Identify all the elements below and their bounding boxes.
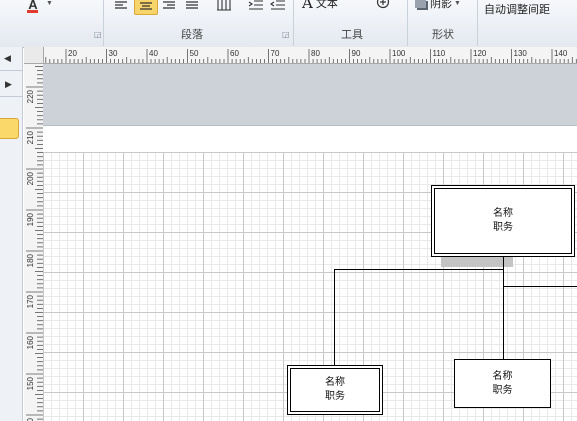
align-right-icon [163,1,175,9]
shapes-panel-strip: ◀ ▶ [0,47,23,421]
auto-space-button[interactable]: 自动调整间距 [484,1,564,17]
group-label-shape: 形状 [432,29,454,41]
connector-line [334,269,335,367]
paragraph-dialog-launcher-icon[interactable]: ◲ [282,30,290,39]
connector-line [503,257,504,269]
outdent-icon [270,0,285,10]
connection-point-icon [376,0,390,9]
group-label-tools: 工具 [341,29,363,41]
ruler-label: 30 [109,49,118,58]
group-separator [293,0,294,46]
text-tool-icon: A [302,0,313,12]
org-chart-shape-top[interactable]: 名称 职务 [431,185,575,257]
ruler-label: 130 [514,49,528,58]
ruler-label: 210 [26,130,35,144]
ruler-label: 60 [230,49,239,58]
shape-title-text: 职务 [493,222,513,233]
text-tool-label: 文本 [315,0,338,10]
ruler-label: 160 [26,335,35,349]
align-left-button[interactable] [112,0,130,13]
org-chart-shape-left[interactable]: 名称 职务 [287,365,383,415]
ruler-label: 50 [190,49,199,58]
align-center-icon [140,1,152,10]
page-margin-area [43,64,577,126]
shape-name-text: 名称 [325,377,345,388]
shape-title-text: 职务 [325,391,345,402]
align-right-button[interactable] [160,0,178,13]
font-color-button[interactable]: A [22,0,44,13]
ruler-label: 120 [473,49,487,58]
ruler-label: 80 [311,49,320,58]
indent-button[interactable] [246,0,266,13]
ruler-label: 220 [26,89,35,103]
ribbon: A ▼ ◲ 段落 ◲ A 文本 工具 阴影 ▼ 形状 自动调整间距 [0,0,577,48]
stencil-tab-selected[interactable] [0,118,19,139]
group-label-paragraph: 段落 [181,29,203,41]
shadow-button[interactable]: 阴影 ▼ [415,0,471,11]
group-separator [407,0,408,46]
ruler-label: 190 [26,212,35,226]
group-separator [477,0,478,46]
ruler-label: 70 [271,49,280,58]
connection-point-tool-button[interactable] [372,0,394,10]
ruler-label: 20 [68,49,77,58]
distribute-button[interactable] [214,0,234,13]
vertical-ruler: 220 210 200 190 180 170 160 150 140 [24,63,44,421]
shape-name-text: 名称 [492,370,513,382]
ruler-label: 150 [26,376,35,390]
group-separator [103,0,104,46]
ruler-label: 140 [554,49,568,58]
ruler-label: 100 [392,49,406,58]
shadow-label: 阴影 [430,0,452,10]
auto-space-label: 自动调整间距 [484,4,550,16]
ruler-label: 200 [26,171,35,185]
font-color-icon: A [27,0,39,13]
font-color-dropdown-icon[interactable]: ▼ [46,0,53,7]
font-dialog-launcher-icon[interactable]: ◲ [94,30,102,39]
indent-icon [248,0,263,10]
shape-title-text: 职务 [492,384,513,396]
align-center-button[interactable] [134,0,158,15]
ruler-label: 90 [352,49,361,58]
connector-line [503,286,577,287]
justify-button[interactable] [183,0,201,13]
ruler-label: 170 [26,294,35,308]
shape-name-text: 名称 [493,208,513,219]
distribute-icon [217,0,231,11]
ruler-label: 110 [433,49,446,58]
connector-line [503,269,504,359]
text-tool-button[interactable]: A 文本 [302,0,350,12]
shadow-dropdown-icon: ▼ [454,0,461,7]
connector-line [334,269,504,270]
justify-icon [186,1,198,9]
align-left-icon [115,1,127,9]
ruler-label: 40 [149,49,158,58]
drawing-canvas[interactable]: 名称 职务 名称 职务 名称 职务 [43,64,577,421]
org-chart-shape-right[interactable]: 名称 职务 [454,359,551,408]
ruler-corner [24,47,44,64]
shadow-icon [415,0,426,8]
ruler-label: 180 [26,253,35,267]
collapse-panel-icon[interactable]: ◀ [4,53,11,64]
expand-panel-icon[interactable]: ▶ [5,79,12,90]
horizontal-ruler: 2030405060708090100110120130140150 [24,47,577,64]
outdent-button[interactable] [268,0,288,13]
ruler-label: 140 [26,417,35,421]
